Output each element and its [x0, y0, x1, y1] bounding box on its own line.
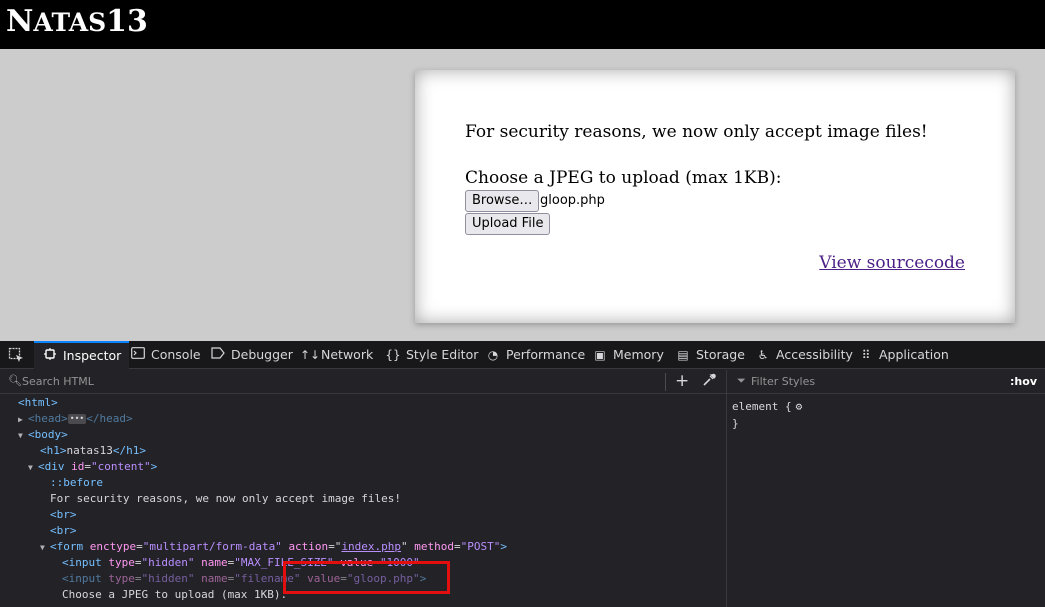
- html-search-bar: 🔍︎ Search HTML +: [0, 370, 726, 394]
- expand-triangle-icon[interactable]: ▶: [18, 412, 28, 428]
- styles-panel: ⏷ Filter Styles :hov element {⚙ }: [726, 370, 1045, 607]
- debugger-icon: [210, 341, 226, 369]
- tab-console[interactable]: Console: [130, 341, 201, 369]
- highlight-annotation-box: [283, 561, 450, 594]
- memory-icon: ▣: [594, 348, 606, 362]
- tab-debugger[interactable]: Debugger: [210, 341, 293, 369]
- inspector-icon: [42, 343, 58, 369]
- element-picker-icon[interactable]: [8, 347, 24, 363]
- network-icon: ↑↓: [300, 348, 321, 362]
- performance-icon: ◔: [487, 348, 499, 362]
- node-head[interactable]: ▶ <head> ••• </head>: [18, 411, 133, 427]
- filter-icon: ⏷: [737, 374, 746, 387]
- tab-accessibility[interactable]: ♿ Accessibility: [755, 341, 853, 369]
- node-br[interactable]: <br>: [50, 507, 77, 523]
- browse-button[interactable]: Browse…: [465, 190, 540, 212]
- eyedropper-icon[interactable]: [703, 373, 716, 390]
- collapse-triangle-icon[interactable]: ▼: [40, 540, 50, 556]
- security-notice: For security reasons, we now only accept…: [465, 122, 928, 142]
- toolbar-divider: [665, 373, 666, 391]
- search-icon: 🔍︎: [8, 374, 22, 387]
- upload-file-button[interactable]: Upload File: [465, 213, 551, 235]
- content-card: For security reasons, we now only accept…: [415, 70, 1015, 323]
- tab-performance[interactable]: ◔ Performance: [485, 341, 585, 369]
- console-icon: [130, 341, 146, 369]
- storage-icon: ▤: [677, 348, 689, 362]
- node-before[interactable]: ::before: [50, 475, 103, 491]
- node-body[interactable]: ▼ <body>: [18, 427, 68, 443]
- page-title: NATAS13: [6, 4, 148, 39]
- node-div-content[interactable]: ▼ <div id="content">: [28, 459, 157, 475]
- gear-icon[interactable]: ⚙: [796, 400, 803, 413]
- collapse-triangle-icon[interactable]: ▼: [28, 460, 38, 476]
- tab-inspector[interactable]: Inspector: [34, 341, 130, 369]
- devtools-toolbar: Inspector Console Debugger ↑↓Network {} S…: [0, 341, 1045, 369]
- application-icon: ⠿: [861, 348, 871, 362]
- upload-label: Choose a JPEG to upload (max 1KB):: [465, 168, 782, 188]
- devtools-panel: Inspector Console Debugger ↑↓Network {} S…: [0, 341, 1045, 607]
- filter-styles-bar: ⏷ Filter Styles :hov: [727, 370, 1045, 394]
- node-br[interactable]: <br>: [50, 523, 77, 539]
- hov-toggle[interactable]: :hov: [1010, 375, 1037, 388]
- node-text-choose[interactable]: Choose a JPEG to upload (max 1KB):: [62, 587, 287, 603]
- element-rule-close: }: [732, 417, 739, 430]
- search-html-input[interactable]: Search HTML: [22, 375, 94, 388]
- node-h1[interactable]: <h1>natas13</h1>: [40, 443, 146, 459]
- element-rule: element {⚙: [732, 400, 803, 413]
- node-form[interactable]: ▼ <form enctype="multipart/form-data" act…: [40, 539, 507, 555]
- tab-application[interactable]: ⠿ Application: [858, 341, 949, 369]
- ellipsis-icon[interactable]: •••: [67, 414, 87, 424]
- node-text-notice[interactable]: For security reasons, we now only accept…: [50, 491, 401, 507]
- tab-memory[interactable]: ▣ Memory: [592, 341, 664, 369]
- site-header: NATAS13: [0, 0, 1045, 49]
- tab-network[interactable]: ↑↓Network: [300, 341, 373, 369]
- tab-storage[interactable]: ▤ Storage: [675, 341, 745, 369]
- filter-styles-input[interactable]: Filter Styles: [751, 375, 815, 388]
- tab-style-editor[interactable]: {} Style Editor: [385, 341, 478, 369]
- node-html[interactable]: <html>: [18, 395, 58, 411]
- accessibility-icon: ♿: [757, 348, 769, 362]
- selected-filename: gloop.php: [540, 193, 605, 208]
- collapse-triangle-icon[interactable]: ▼: [18, 428, 28, 444]
- style-editor-icon: {}: [385, 348, 401, 362]
- add-node-icon[interactable]: +: [675, 371, 689, 391]
- view-sourcecode-link[interactable]: View sourcecode: [819, 253, 965, 273]
